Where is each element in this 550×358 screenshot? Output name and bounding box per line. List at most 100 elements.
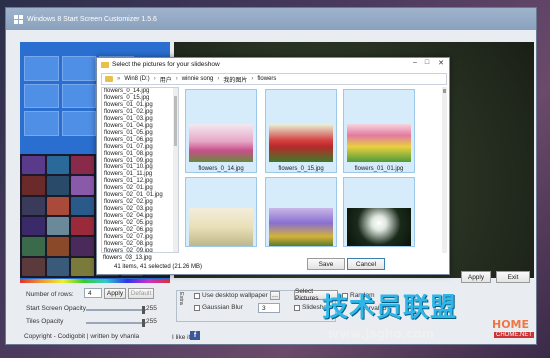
dialog-title: Select the pictures for your slideshow: [112, 61, 220, 68]
background-tile[interactable]: [71, 257, 94, 276]
cancel-button[interactable]: Cancel: [347, 258, 385, 270]
file-list-item[interactable]: flowers_01_04.jpg: [104, 123, 178, 130]
file-list-item[interactable]: flowers_02_01.jpg: [104, 185, 178, 192]
dialog-titlebar: Select the pictures for your slideshow: [97, 58, 449, 71]
thumbnail-item[interactable]: [185, 177, 257, 247]
wallpaper-browse-button[interactable]: …: [270, 291, 280, 300]
tiles-opacity-slider[interactable]: [86, 319, 146, 327]
maximize-button[interactable]: □: [421, 59, 433, 66]
background-tile[interactable]: [22, 217, 45, 236]
file-list-item[interactable]: flowers_01_06.jpg: [104, 137, 178, 144]
thumbnail-item[interactable]: [343, 177, 415, 247]
background-tile[interactable]: [22, 196, 45, 215]
breadcrumb-user[interactable]: winnie song: [182, 76, 214, 82]
thumbnail-image: [189, 124, 253, 162]
gaussian-blur-input[interactable]: 3: [258, 303, 280, 313]
breadcrumb-users[interactable]: 用户: [160, 75, 172, 84]
background-tile[interactable]: [46, 237, 70, 256]
address-bar[interactable]: » Win8 (D:) › 用户 › winnie song › 我的图片 › flow…: [101, 73, 447, 85]
file-list-item[interactable]: flowers_01_09.jpg: [104, 158, 178, 165]
facebook-like-icon[interactable]: f: [190, 331, 200, 340]
thumbnail-view[interactable]: flowers_0_14.jpg flowers_0_15.jpg flowers_…: [181, 87, 441, 253]
tiles-opacity-label: Tiles Opacity: [26, 318, 64, 325]
file-list-item[interactable]: flowers_01_12.jpg: [104, 178, 178, 185]
file-list-item[interactable]: flowers_02_06.jpg: [104, 227, 178, 234]
rows-label: Number of rows:: [26, 291, 74, 298]
opacity-slider[interactable]: [86, 306, 146, 314]
file-list-item[interactable]: flowers_01_08.jpg: [104, 151, 178, 158]
thumbnail-caption: flowers_0_14.jpg: [198, 166, 244, 172]
background-tile[interactable]: [22, 156, 45, 175]
file-list[interactable]: flowers_0_14.jpg flowers_0_15.jpg flowers_…: [101, 87, 179, 253]
breadcrumb-flowers[interactable]: flowers: [257, 76, 276, 82]
background-tile[interactable]: [22, 257, 45, 276]
background-tile[interactable]: [46, 176, 70, 195]
file-list-item[interactable]: flowers_01_11.jpg: [104, 171, 178, 178]
opacity-label: Start Screen Opacity: [26, 305, 86, 312]
file-list-item[interactable]: flowers_02_03.jpg: [104, 206, 178, 213]
thumbnail-scrollbar[interactable]: [442, 87, 447, 253]
app-title: Windows 8 Start Screen Customizer 1.5.6: [27, 15, 157, 23]
file-list-item[interactable]: flowers_02_09.jpg: [104, 248, 178, 252]
file-list-item[interactable]: flowers_02_08.jpg: [104, 241, 178, 248]
background-tile[interactable]: [71, 156, 94, 175]
background-tile[interactable]: [71, 237, 94, 256]
use-desktop-wallpaper-checkbox[interactable]: Use desktop wallpaper: [194, 292, 268, 299]
thumbnail-caption: flowers_01_01.jpg: [354, 166, 404, 172]
thumbnail-caption: flowers_0_15.jpg: [278, 166, 324, 172]
extra-label: Extra: [178, 292, 184, 305]
save-button[interactable]: Save: [307, 258, 345, 270]
file-list-item[interactable]: flowers_0_15.jpg: [104, 95, 178, 102]
exit-button[interactable]: Exit: [496, 271, 530, 283]
tiles-opacity-value: 255: [146, 318, 157, 325]
background-tile[interactable]: [22, 176, 45, 195]
file-list-scrollbar[interactable]: [173, 88, 178, 252]
like-label: I like it: [172, 334, 191, 341]
default-button[interactable]: Default: [128, 288, 154, 299]
file-list-item[interactable]: flowers_02_02.jpg: [104, 199, 178, 206]
background-tile[interactable]: [46, 257, 70, 276]
file-list-item[interactable]: flowers_01_10.jpg: [104, 164, 178, 171]
file-list-item[interactable]: flowers_01_01.jpg: [104, 102, 178, 109]
select-pictures-dialog: Select the pictures for your slideshow –…: [96, 57, 450, 275]
background-tile[interactable]: [71, 217, 94, 236]
thumbnail-item[interactable]: flowers_0_15.jpg: [265, 89, 337, 173]
file-list-item[interactable]: flowers_01_02.jpg: [104, 109, 178, 116]
address-folder-icon: [105, 76, 113, 82]
thumbnail-item[interactable]: flowers_01_01.jpg: [343, 89, 415, 173]
thumbnail-item[interactable]: [265, 177, 337, 247]
thumbnail-image: [347, 208, 411, 246]
app-titlebar: Windows 8 Start Screen Customizer 1.5.6: [6, 8, 536, 30]
breadcrumb-drive[interactable]: Win8 (D:): [124, 76, 149, 82]
file-list-item[interactable]: flowers_02_07.jpg: [104, 234, 178, 241]
background-tile[interactable]: [46, 196, 70, 215]
file-list-item[interactable]: flowers_0_14.jpg: [104, 88, 178, 95]
thumbnail-image: [347, 124, 411, 162]
file-list-item[interactable]: flowers_02_04.jpg: [104, 213, 178, 220]
file-list-item[interactable]: flowers_01_03.jpg: [104, 116, 178, 123]
close-button[interactable]: ✕: [435, 59, 447, 67]
windows-logo-icon: [14, 14, 23, 24]
minimize-button[interactable]: –: [409, 59, 421, 66]
apply-button[interactable]: Apply: [461, 271, 491, 283]
background-tile[interactable]: [71, 196, 94, 215]
selection-status: 41 items, 41 selected (21.26 MB): [114, 264, 203, 270]
gaussian-blur-checkbox[interactable]: Gaussian Blur: [194, 304, 243, 311]
background-tile[interactable]: [22, 237, 45, 256]
background-tile[interactable]: [46, 217, 70, 236]
selected-file-name: flowers_03_13.jpg: [103, 255, 152, 261]
file-list-item[interactable]: flowers_01_05.jpg: [104, 130, 178, 137]
file-list-item[interactable]: flowers_02_05.jpg: [104, 220, 178, 227]
file-list-item[interactable]: flowers_01_07.jpg: [104, 144, 178, 151]
copyright-text: Copyright - Codigobit | written by vhanl…: [24, 333, 140, 340]
opacity-value: 255: [146, 305, 157, 312]
breadcrumb-pictures[interactable]: 我的图片: [223, 75, 247, 84]
file-list-item[interactable]: flowers_02_01_01.jpg: [104, 192, 178, 199]
rows-apply-button[interactable]: Apply: [104, 288, 126, 299]
color-strip[interactable]: [20, 279, 170, 283]
background-tile[interactable]: [46, 156, 70, 175]
rows-input[interactable]: 4: [84, 288, 102, 298]
thumbnail-item[interactable]: flowers_0_14.jpg: [185, 89, 257, 173]
watermark-logo-sub: CHOME.NET: [494, 332, 534, 338]
background-tile[interactable]: [71, 176, 94, 195]
